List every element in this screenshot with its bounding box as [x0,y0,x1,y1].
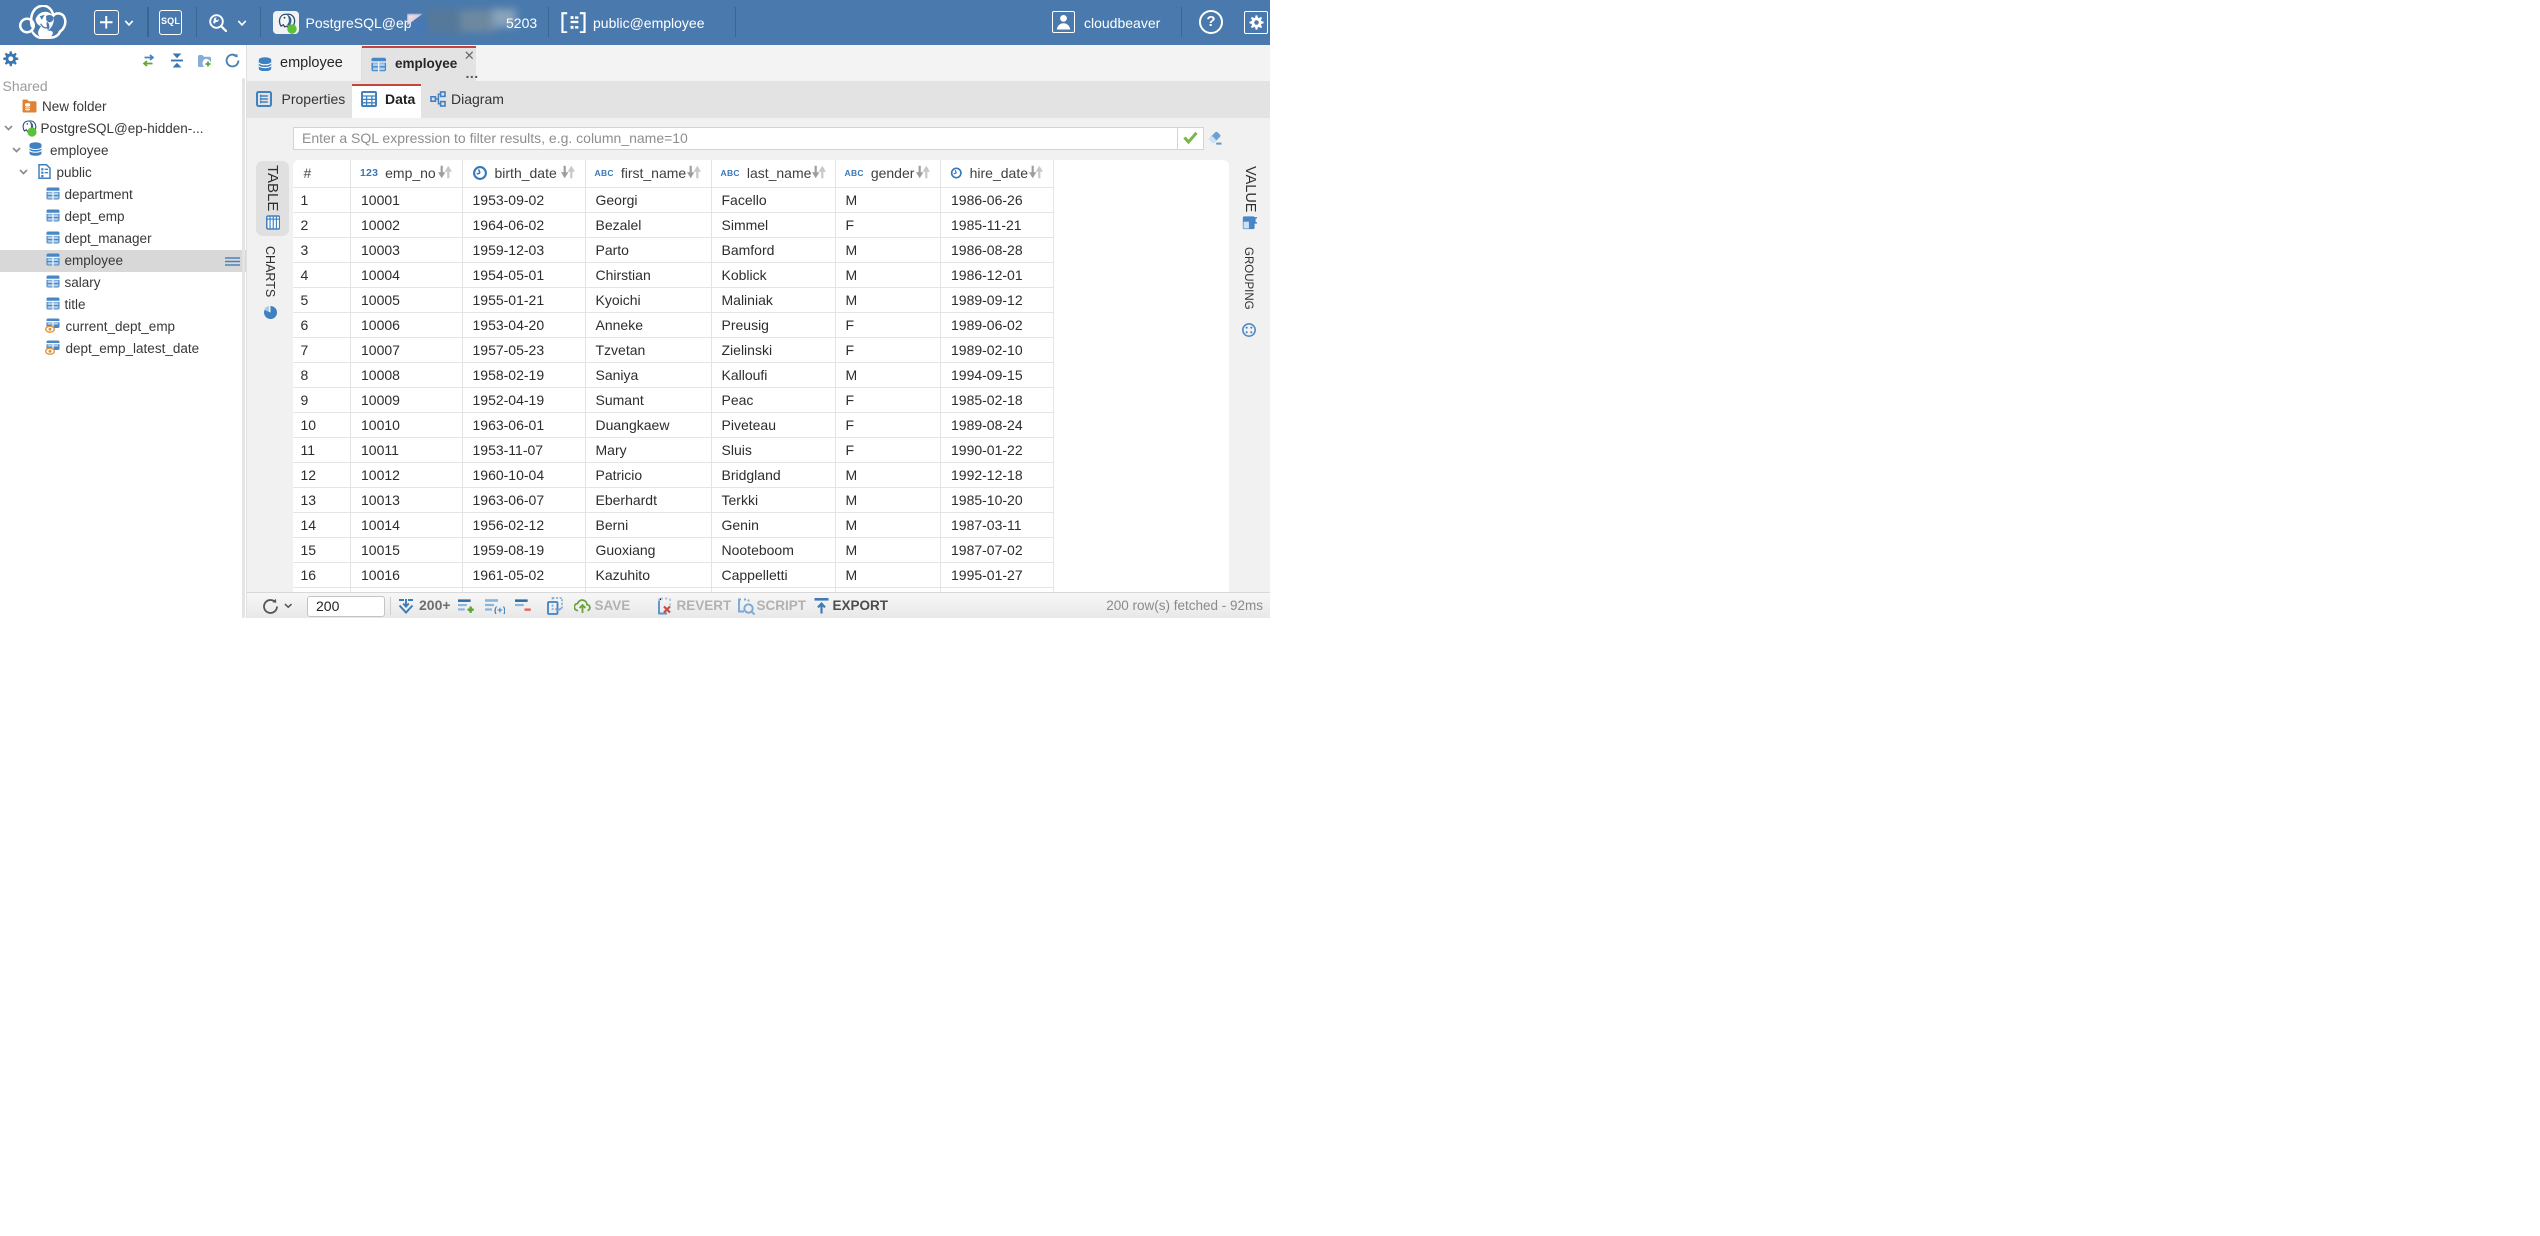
svg-text:(+): (+) [494,605,505,614]
